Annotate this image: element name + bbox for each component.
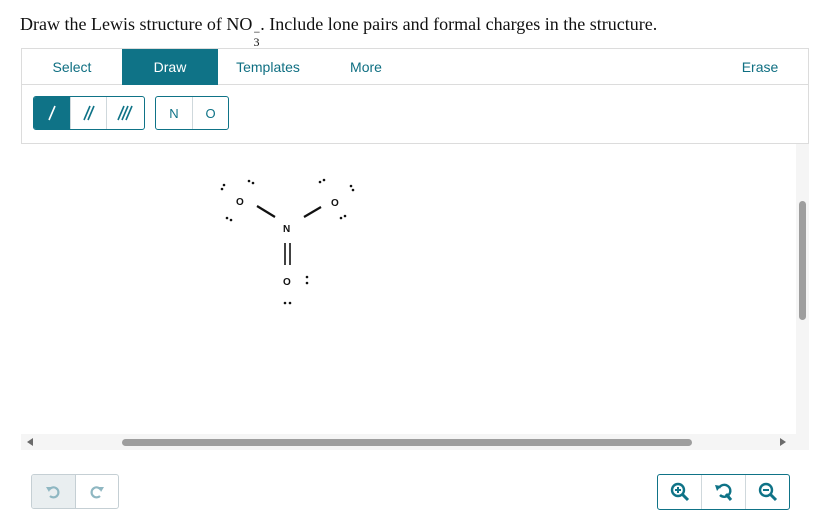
double-bond-button[interactable] [70,97,106,129]
atom-n-button[interactable]: N [156,97,192,129]
triple-bond-button[interactable] [106,97,142,129]
single-bond-icon [48,105,56,121]
redo-button[interactable] [74,475,119,508]
drawing-canvas[interactable]: O N O O [21,144,796,510]
bond-tools [33,96,145,130]
tab-more[interactable]: More [318,49,414,85]
atom-o-bottom[interactable]: O [283,277,291,288]
atom-o-left[interactable]: O [236,197,244,208]
atom-tools: N O [155,96,229,130]
tab-templates[interactable]: Templates [218,49,318,85]
scroll-left-arrow-icon[interactable] [27,438,33,446]
tab-erase[interactable]: Erase [710,49,810,85]
undo-icon [46,485,60,498]
structure-editor: Select Draw Templates More Erase N O O N… [21,48,809,510]
zoom-in-icon [670,482,689,502]
draw-toolbar: N O [21,85,809,144]
atom-n-center[interactable]: N [283,224,290,235]
horizontal-scrollbar[interactable] [21,434,809,450]
atom-o-button[interactable]: O [192,97,228,129]
zoom-reset-button[interactable] [701,475,745,509]
question-text: Draw the Lewis structure of NO −3. Includ… [20,14,658,49]
horizontal-scroll-thumb[interactable] [122,439,692,446]
formula-subscript: 3 [253,35,260,49]
question-prefix: Draw the Lewis structure of NO [20,14,253,34]
single-bond-button[interactable] [34,97,70,129]
double-bond-icon [82,105,95,121]
molecule-drawing[interactable]: O N O O [21,144,796,434]
undo-button[interactable] [32,475,75,508]
zoom-out-button[interactable] [745,475,789,509]
bond-left-single[interactable] [256,205,276,218]
scroll-right-arrow-icon[interactable] [780,438,786,446]
question-suffix: . Include lone pairs and formal charges … [260,14,658,34]
zoom-in-button[interactable] [658,475,701,509]
bond-right-single[interactable] [303,206,322,218]
editor-tabbar: Select Draw Templates More Erase [21,48,809,85]
atom-o-right[interactable]: O [331,198,339,209]
zoom-controls [657,474,790,510]
zoom-reset-icon [714,483,732,501]
zoom-out-icon [758,482,777,502]
vertical-scrollbar[interactable] [796,144,809,448]
tab-select[interactable]: Select [22,49,122,85]
redo-icon [90,485,104,498]
triple-bond-icon [116,105,133,121]
tab-draw[interactable]: Draw [122,49,218,85]
vertical-scroll-thumb[interactable] [799,201,806,320]
history-controls [31,474,119,509]
